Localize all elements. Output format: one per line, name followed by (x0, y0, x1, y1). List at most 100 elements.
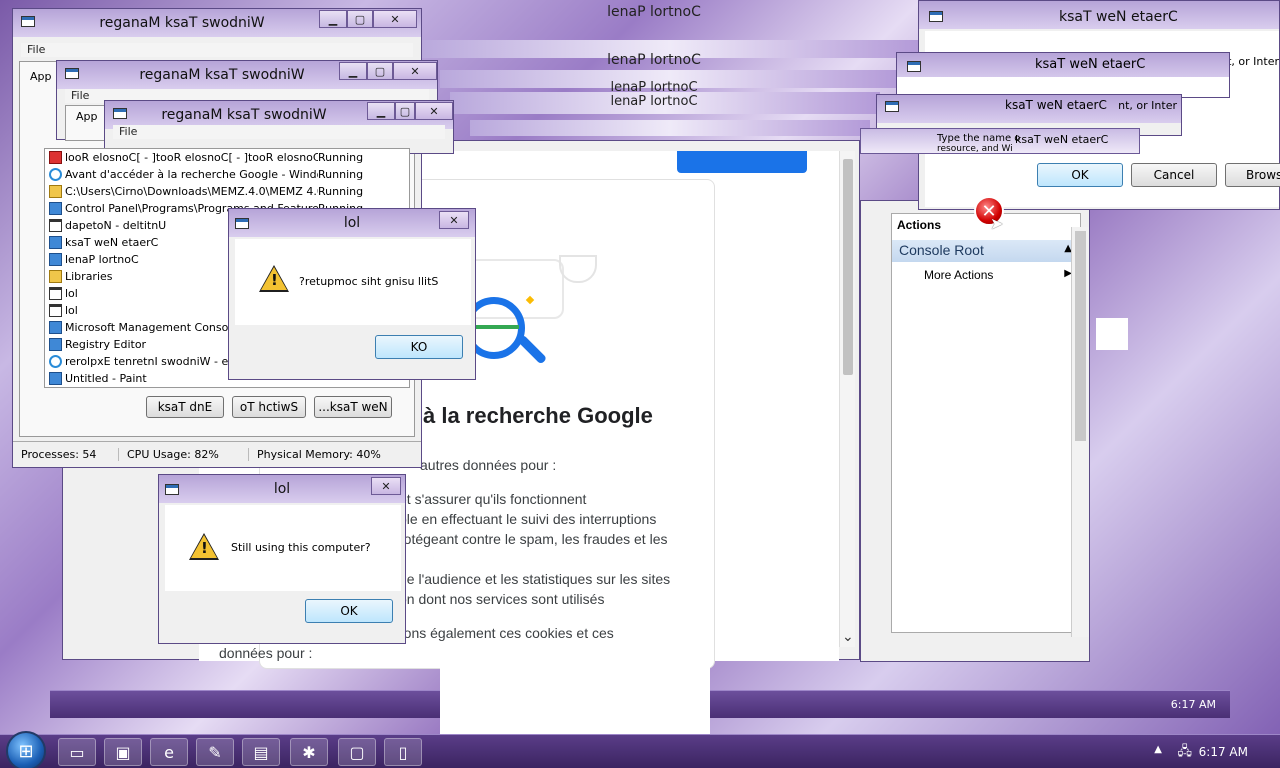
app-name: Avant d'accéder à la recherche Google - … (65, 168, 318, 181)
ghost-clock: 6:17 AM (1170, 698, 1216, 711)
tab-applications[interactable]: App (76, 110, 98, 123)
control-panel-taskbar-icon[interactable]: ▣ (104, 738, 142, 766)
dialog-ok-button[interactable]: OK (305, 599, 393, 623)
run-taskbar-icon[interactable]: ▢ (338, 738, 376, 766)
run-icon (885, 101, 899, 112)
app-name: looR elosnoC[ - ]tooR elosnoC[ - ]tooR e… (65, 151, 318, 164)
browser-scrollbar[interactable]: ⌄ (839, 151, 855, 647)
close-icon[interactable]: ✕ (415, 102, 453, 120)
app-list-row[interactable]: looR elosnoC[ - ]tooR elosnoC[ - ]tooR e… (45, 149, 409, 166)
app-icon (49, 185, 62, 198)
new-task-button[interactable]: ...ksaT weN (314, 396, 392, 418)
app-icon (49, 270, 62, 283)
create-task-text: nt, or Inter (1118, 99, 1177, 112)
menu-bar: File (21, 43, 413, 57)
network-icon[interactable]: 🖧 (1178, 742, 1193, 764)
processes-count: Processes: 54 (13, 448, 119, 461)
close-icon[interactable]: ✕ (373, 10, 417, 28)
cancel-button[interactable]: Cancel (1131, 163, 1217, 187)
mmc-window: Actions Console Root ▲ More Actions ▶ (860, 200, 1090, 662)
task-manager-icon (65, 68, 79, 79)
app-list-row[interactable]: Avant d'accéder à la recherche Google - … (45, 166, 409, 183)
minimize-icon[interactable]: ▁ (339, 62, 367, 80)
run-icon (929, 11, 943, 22)
run-icon (907, 61, 921, 72)
type-name-text: Type the name o (937, 133, 1021, 144)
consent-line: ple en effectuant le suivi des interrupt… (399, 511, 657, 527)
clock[interactable]: 6:17 AM (1199, 745, 1248, 759)
warning-icon (189, 533, 219, 560)
app-icon (49, 287, 62, 300)
switch-to-button[interactable]: oT hctiwS (232, 396, 306, 418)
control-panel-title: lenaP lortnoC (610, 94, 698, 109)
explorer-taskbar-icon[interactable]: ▭ (58, 738, 96, 766)
console-root-row[interactable]: Console Root ▲ (892, 240, 1080, 262)
scroll-down-icon[interactable]: ⌄ (842, 629, 854, 645)
ok-button[interactable]: OK (1037, 163, 1123, 187)
app-icon (49, 253, 62, 266)
app-icon (49, 151, 62, 164)
end-task-button[interactable]: ksaT dnE (146, 396, 224, 418)
app-icon (49, 355, 62, 368)
app-icon (49, 321, 62, 334)
close-icon[interactable]: ✕ (439, 211, 469, 229)
dialog-body: ?retupmoc siht gnisu llitS (235, 239, 471, 325)
minimize-icon[interactable]: ▁ (367, 102, 395, 120)
create-task-title: ksaT weN etaerC (1015, 133, 1109, 146)
app-status: Running (318, 168, 364, 181)
maximize-icon[interactable]: ▢ (347, 10, 373, 28)
regedit-taskbar-icon[interactable]: ✱ (290, 738, 328, 766)
control-panel-title: lenaP lortnoC (607, 52, 701, 68)
glitch-block (1096, 318, 1128, 350)
close-icon[interactable]: ✕ (393, 62, 437, 80)
scrollbar-thumb[interactable] (843, 159, 853, 375)
window-trail (470, 120, 870, 136)
consent-line: rons également ces cookies et ces (399, 625, 614, 641)
maximize-icon[interactable]: ▢ (395, 102, 415, 120)
cpu-usage: CPU Usage: 82% (119, 448, 249, 461)
close-icon[interactable]: ✕ (371, 477, 401, 495)
minimize-icon[interactable]: ▁ (319, 10, 347, 28)
notepad-taskbar-icon[interactable]: ▯ (384, 738, 422, 766)
paint-taskbar-icon[interactable]: ✎ (196, 738, 234, 766)
app-icon (49, 372, 62, 385)
show-hidden-icons[interactable]: ▲ (1154, 744, 1162, 755)
task-manager-title: reganaM ksaT swodniW (161, 107, 327, 123)
app-icon (49, 202, 62, 215)
app-status: Running (318, 151, 364, 164)
console-root-label: Console Root (899, 242, 984, 258)
tab-applications[interactable]: App (30, 70, 52, 83)
signin-button[interactable] (677, 151, 807, 173)
maximize-icon[interactable]: ▢ (367, 62, 393, 80)
consent-line: rotégeant contre le spam, les fraudes et… (399, 531, 668, 547)
menu-file[interactable]: File (71, 89, 89, 102)
task-manager-title: reganaM ksaT swodniW (139, 67, 305, 83)
menu-file[interactable]: File (119, 125, 137, 138)
task-manager-icon (113, 108, 127, 119)
dialog-ok-button[interactable]: KO (375, 335, 463, 359)
more-actions-item[interactable]: More Actions (924, 268, 993, 282)
status-bar: Processes: 54 CPU Usage: 82% Physical Me… (13, 441, 421, 467)
warning-icon (259, 265, 289, 292)
mmc-taskbar-icon[interactable]: ▤ (242, 738, 280, 766)
mmc-scrollbar-thumb[interactable] (1075, 231, 1086, 441)
mmc-scrollbar[interactable] (1071, 227, 1089, 637)
browse-button[interactable]: Browse (1225, 163, 1280, 187)
start-button[interactable]: ⊞ (6, 731, 46, 768)
app-icon (49, 304, 62, 317)
actions-pane: Actions Console Root ▲ More Actions ▶ (891, 213, 1081, 633)
app-icon (49, 168, 62, 181)
task-manager-title: reganaM ksaT swodniW (99, 15, 265, 31)
app-list-row[interactable]: C:\Users\Cirno\Downloads\MEMZ.4.0\MEMZ 4… (45, 183, 409, 200)
consent-line: de l'audience et les statistiques sur le… (399, 571, 671, 587)
ie-taskbar-icon[interactable]: e (150, 738, 188, 766)
physical-memory: Physical Memory: 40% (257, 448, 381, 461)
taskbar: ⊞ ▭ ▣ e ✎ ▤ ✱ ▢ ▯ ▲ 🖧 6:17 AM (0, 731, 1280, 768)
consent-line: et s'assurer qu'ils fonctionnent (399, 491, 587, 507)
dialog-body: Still using this computer? (165, 505, 401, 591)
menu-file[interactable]: File (27, 43, 45, 56)
dialog-message: Still using this computer? (231, 541, 371, 554)
consent-line: autres données pour : (420, 457, 557, 473)
control-panel-title: lenaP lortnoC (610, 80, 698, 95)
control-panel-title: lenaP lortnoC (607, 4, 701, 20)
